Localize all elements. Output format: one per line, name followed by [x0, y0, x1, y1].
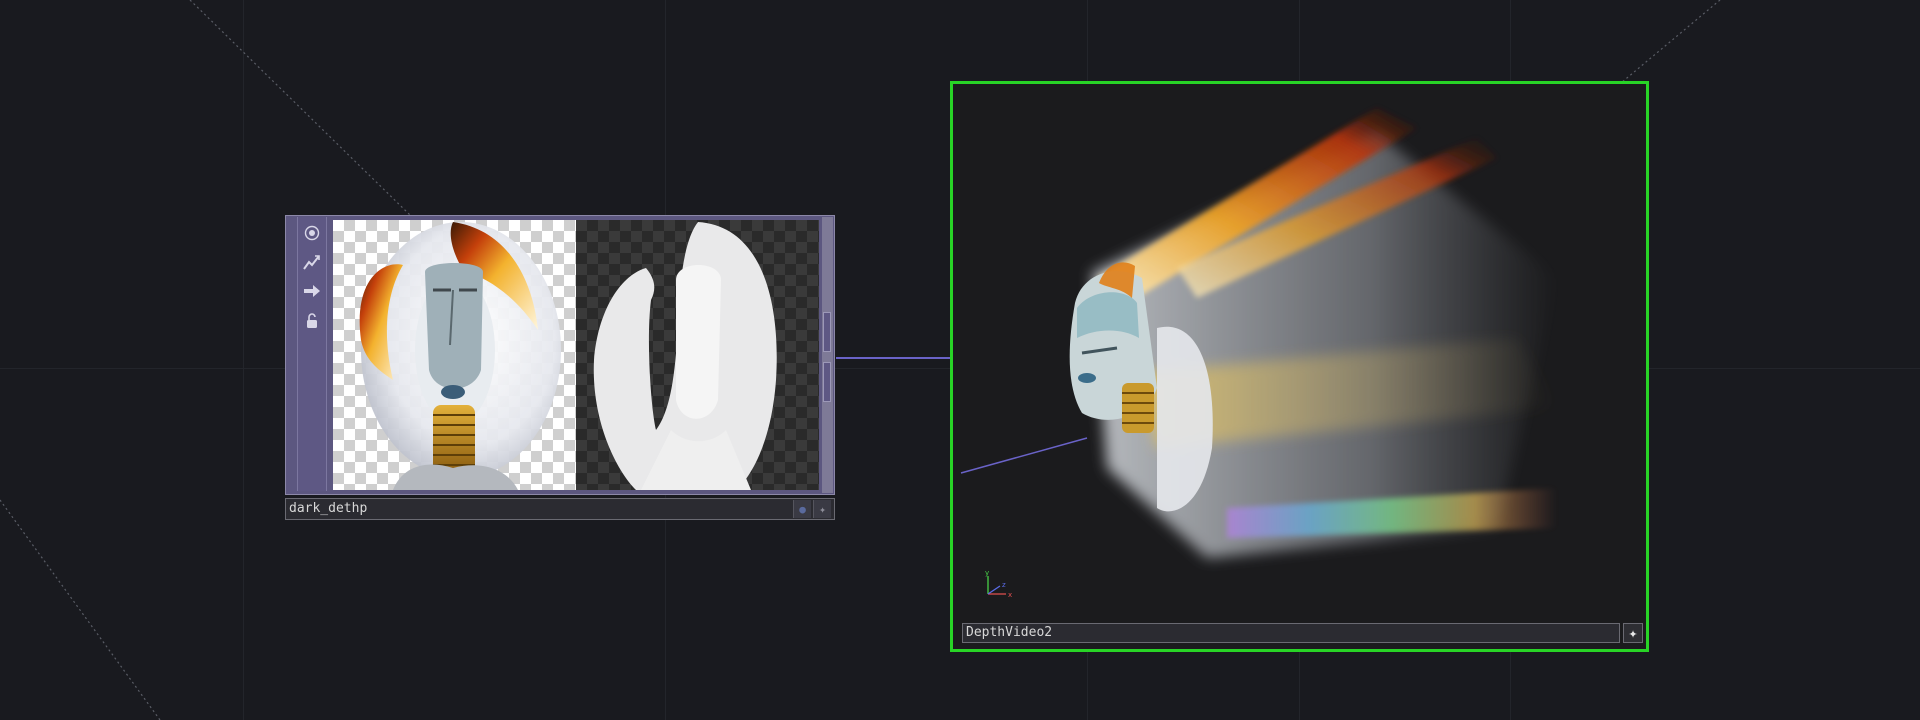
axis-label-y: y: [985, 569, 989, 577]
operator-name[interactable]: DepthVideo2: [966, 625, 1052, 640]
operator-name-bar[interactable]: dark_dethp ● ✦: [285, 498, 835, 520]
viewer-toggle-icon[interactable]: [300, 220, 324, 246]
output-connector-bar: [822, 217, 833, 493]
operator-node-depthvideo2[interactable]: y x z DepthVideo2 ✦: [950, 81, 1649, 652]
operator-name[interactable]: dark_dethp: [289, 501, 367, 516]
render-image: [960, 108, 1557, 558]
dotted-guide: [1614, 0, 1721, 89]
output-connector[interactable]: [823, 362, 831, 402]
axis-label-x: x: [1008, 591, 1012, 599]
operator-name-bar[interactable]: DepthVideo2: [962, 623, 1620, 643]
render-viewer[interactable]: y x z: [957, 88, 1642, 624]
plus-icon[interactable]: ✦: [1623, 623, 1643, 643]
axis-gizmo: y x z: [985, 569, 1012, 599]
plus-icon[interactable]: ✦: [813, 500, 831, 518]
connector-wire[interactable]: [836, 357, 960, 359]
operator-node-dark-dethp[interactable]: dark_dethp ● ✦: [285, 215, 835, 521]
bypass-arrow-icon[interactable]: [300, 278, 324, 304]
viewer-active-icon[interactable]: ●: [793, 500, 811, 518]
operator-flag-strip: [297, 217, 327, 491]
operator-viewer[interactable]: [333, 220, 819, 490]
color-image: [333, 220, 576, 490]
lock-icon[interactable]: [300, 307, 324, 333]
output-connector[interactable]: [823, 312, 831, 352]
cook-flag-icon[interactable]: [300, 249, 324, 275]
dotted-guide: [0, 499, 161, 720]
axis-label-z: z: [1002, 581, 1006, 589]
depth-image: [576, 220, 819, 490]
dotted-guide: [189, 0, 411, 216]
